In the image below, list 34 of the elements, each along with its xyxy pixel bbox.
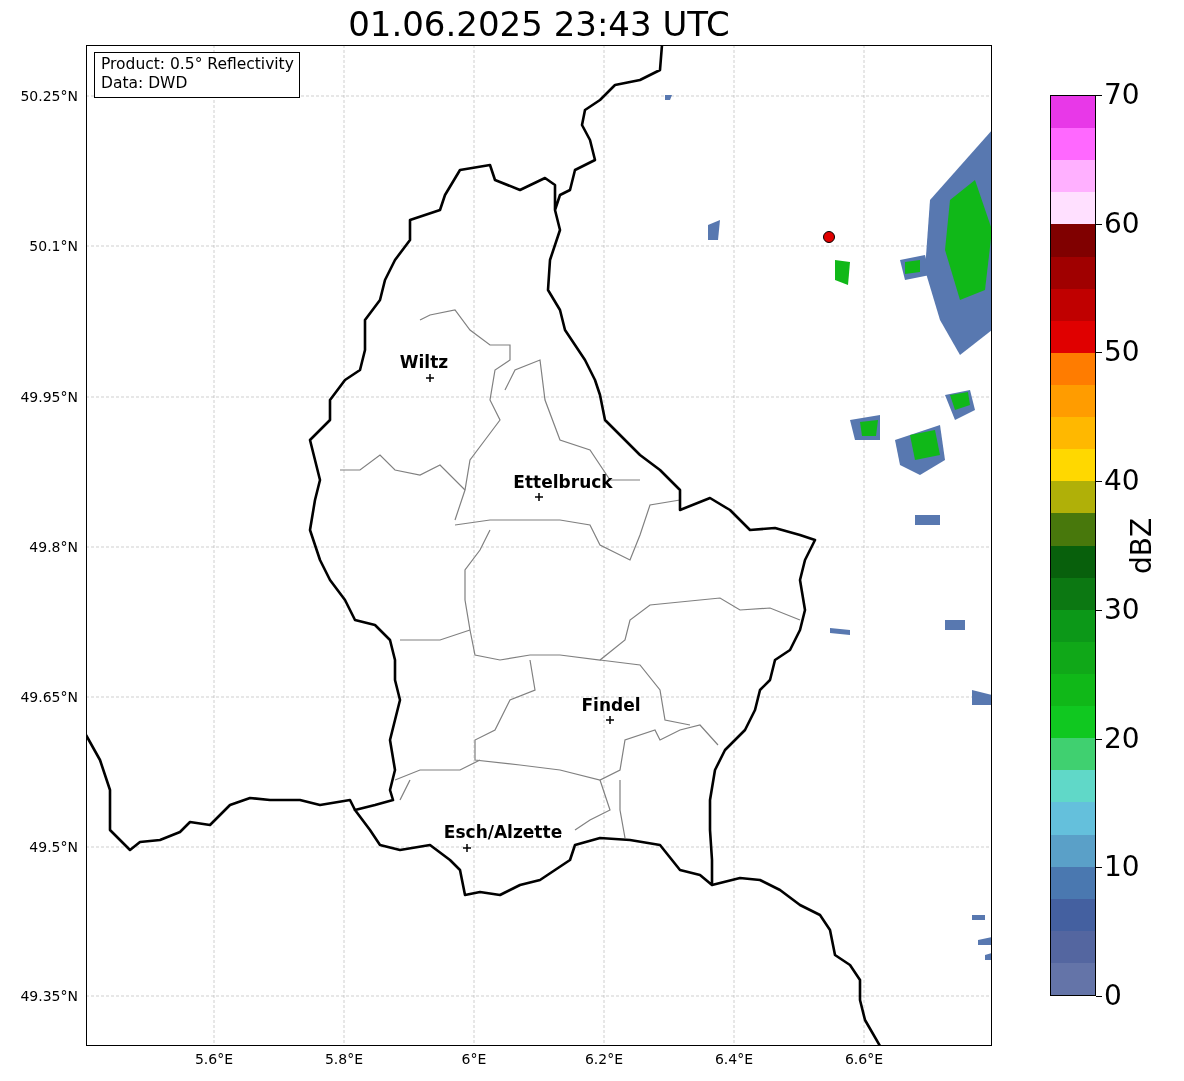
latitude-tick-label: 49.95°N xyxy=(20,389,78,405)
chart-title: 01.06.2025 23:43 UTC xyxy=(348,3,730,45)
city-marker-icon xyxy=(462,843,472,853)
city-label: Ettelbruck xyxy=(513,472,613,492)
longitude-tick-label: 6.4°E xyxy=(714,1051,754,1067)
colorbar-label: dBZ xyxy=(1127,517,1157,574)
city-label: Findel xyxy=(581,695,641,715)
colorbar-tick-label: 10 xyxy=(1104,852,1140,883)
colorbar-tick-label: 40 xyxy=(1104,466,1140,497)
info-text: Product: 0.5° Reflectivity xyxy=(101,55,294,74)
colorbar-tick-label: 60 xyxy=(1104,208,1140,239)
city-label: Esch/Alzette xyxy=(443,822,563,842)
longitude-tick-label: 6°E xyxy=(461,1051,487,1067)
latitude-tick-label: 49.35°N xyxy=(20,988,78,1004)
latitude-tick-label: 49.5°N xyxy=(29,839,78,855)
colorbar-tick-label: 70 xyxy=(1104,80,1140,110)
latitude-tick-label: 50.1°N xyxy=(29,238,78,254)
colorbar-tick-label: 20 xyxy=(1104,723,1140,754)
city-marker-icon xyxy=(425,373,435,383)
longitude-tick-label: 6.6°E xyxy=(844,1051,884,1067)
latitude-tick-label: 49.8°N xyxy=(29,539,78,555)
longitude-tick-label: 5.8°E xyxy=(324,1051,364,1067)
longitude-tick-label: 6.2°E xyxy=(584,1051,624,1067)
city-marker-icon xyxy=(534,492,544,502)
colorbar-tick-label: 50 xyxy=(1104,337,1140,368)
info-text: Data: DWD xyxy=(101,74,189,93)
longitude-tick-label: 5.6°E xyxy=(194,1051,234,1067)
latitude-tick-label: 49.65°N xyxy=(20,689,78,705)
radar-site-marker xyxy=(823,231,835,243)
latitude-tick-label: 50.25°N xyxy=(20,88,78,104)
colorbar-tick-label: 30 xyxy=(1104,594,1140,625)
city-marker-icon xyxy=(605,715,615,725)
city-label: Wiltz xyxy=(399,352,449,372)
colorbar-tick-label: 0 xyxy=(1104,981,1122,1011)
